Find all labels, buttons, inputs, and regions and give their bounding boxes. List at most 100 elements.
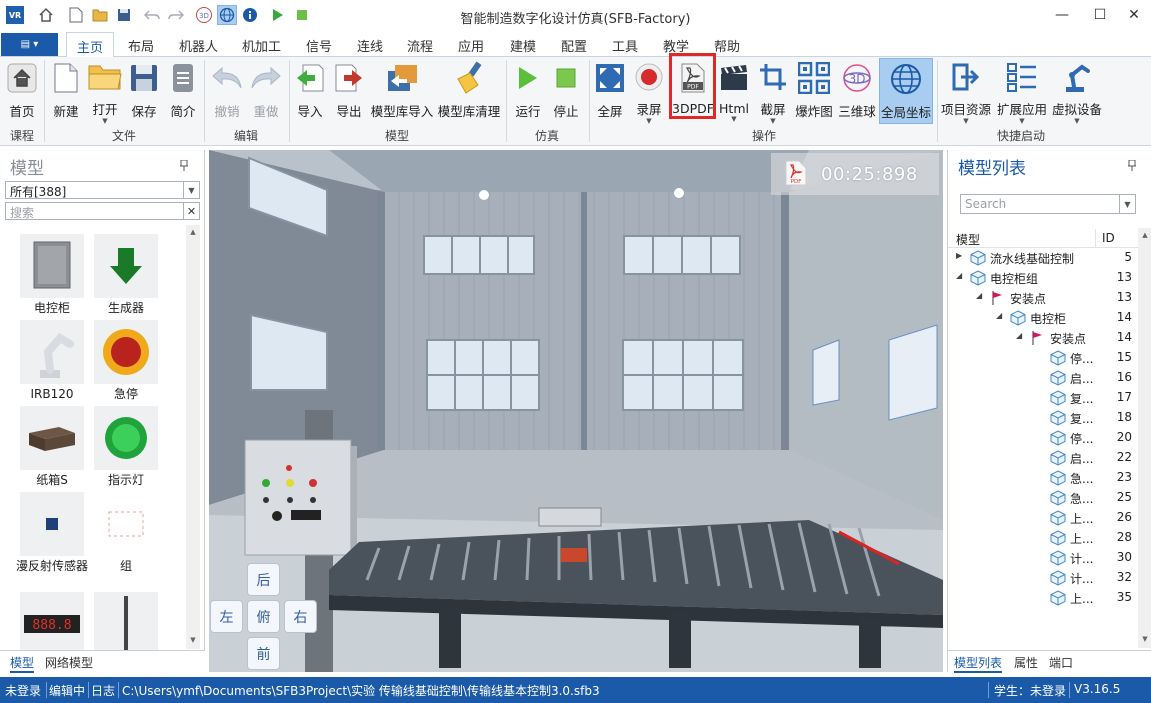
virtual-device-button[interactable]: 虚拟设备 ▼: [1050, 58, 1104, 125]
tab-flow[interactable]: 流程: [407, 36, 433, 55]
tab-layout[interactable]: 布局: [128, 36, 154, 55]
tree-row[interactable]: 上... 26: [948, 508, 1138, 528]
tab-model[interactable]: 模型: [10, 654, 35, 673]
stop-button[interactable]: 停止: [549, 58, 583, 124]
library-item[interactable]: [90, 592, 162, 656]
tree-expander-icon[interactable]: ◢: [956, 271, 962, 280]
scrollbar[interactable]: ▲ ▼: [186, 225, 200, 649]
library-item[interactable]: 漫反射传感器: [16, 492, 88, 573]
tab-connect[interactable]: 连线: [357, 36, 383, 55]
model-search-input[interactable]: 搜索 ✕: [5, 202, 200, 220]
tab-apply[interactable]: 应用: [458, 36, 484, 55]
close-button[interactable]: ✕: [1117, 0, 1151, 30]
tree-expander-icon[interactable]: ◢: [976, 291, 982, 300]
log-button[interactable]: 日志: [91, 682, 115, 699]
tab-tools[interactable]: 工具: [612, 36, 638, 55]
scroll-down-icon[interactable]: ▼: [1138, 632, 1151, 646]
model-list-search-input[interactable]: Search ▼: [960, 194, 1136, 214]
tab-config[interactable]: 配置: [561, 36, 587, 55]
tree-row[interactable]: ◢ 安装点 14: [948, 328, 1138, 348]
tab-model-list[interactable]: 模型列表: [954, 654, 1003, 673]
view-right-button[interactable]: 右: [284, 600, 317, 633]
scroll-up-icon[interactable]: ▲: [1138, 228, 1151, 242]
tree-expander-icon[interactable]: ◢: [1016, 331, 1022, 340]
tree-row[interactable]: 停... 20: [948, 428, 1138, 448]
tree-row[interactable]: ◢ 安装点 13: [948, 288, 1138, 308]
tree-row[interactable]: ▶ 流水线基础控制 5: [948, 248, 1138, 268]
library-item[interactable]: 生成器: [90, 234, 162, 315]
file-menu-button[interactable]: ▤ ▾: [1, 33, 58, 56]
tab-machining[interactable]: 机加工: [242, 36, 281, 55]
import-button[interactable]: 导入: [293, 58, 327, 124]
tree-row[interactable]: 复... 17: [948, 388, 1138, 408]
tree-row[interactable]: 急... 23: [948, 468, 1138, 488]
tab-modeling[interactable]: 建模: [510, 36, 536, 55]
tree-row[interactable]: 启... 16: [948, 368, 1138, 388]
scroll-up-icon[interactable]: ▲: [186, 225, 200, 239]
tree-row[interactable]: 急... 25: [948, 488, 1138, 508]
open-button[interactable]: 打开 ▼: [86, 58, 124, 125]
tree-row[interactable]: 启... 22: [948, 448, 1138, 468]
chevron-down-icon[interactable]: ▼: [1119, 195, 1135, 213]
scrollbar[interactable]: ▲ ▼: [1138, 228, 1151, 648]
tab-robot[interactable]: 机器人: [179, 36, 218, 55]
global-coordinate-button[interactable]: 全局坐标: [879, 58, 933, 124]
screenshot-button[interactable]: 截屏 ▼: [756, 58, 790, 125]
redo-button[interactable]: 重做: [248, 58, 284, 124]
3d-ball-button[interactable]: 3D 三维球: [838, 58, 876, 124]
home-button[interactable]: 首页: [4, 58, 40, 124]
fullscreen-button[interactable]: 全屏: [593, 58, 627, 124]
tree-row[interactable]: ◢ 电控柜 14: [948, 308, 1138, 328]
tree-row[interactable]: 计... 30: [948, 548, 1138, 568]
summary-button[interactable]: 简介: [166, 58, 200, 124]
model-library-clean-button[interactable]: 模型库清理: [437, 58, 501, 124]
library-item[interactable]: 组: [90, 492, 162, 573]
explode-icon: [795, 59, 833, 97]
3d-viewport[interactable]: PDF 00:25:898 后 左 俯 右 前: [209, 150, 943, 672]
tab-ports[interactable]: 端口: [1049, 654, 1073, 671]
tree-expander-icon[interactable]: ◢: [996, 311, 1002, 320]
model-library-import-button[interactable]: 模型库导入: [370, 58, 434, 124]
tree-expander-icon[interactable]: ▶: [956, 251, 962, 260]
login-status[interactable]: 未登录: [5, 682, 41, 699]
run-button[interactable]: 运行: [511, 58, 545, 124]
view-front-button[interactable]: 前: [247, 637, 280, 670]
tab-signal[interactable]: 信号: [306, 36, 332, 55]
tab-help[interactable]: 帮助: [714, 36, 740, 55]
minimize-button[interactable]: —: [1045, 0, 1079, 30]
category-filter-select[interactable]: 所有[388] ▼: [5, 181, 200, 199]
maximize-button[interactable]: ☐: [1083, 0, 1117, 30]
library-item[interactable]: 急停: [90, 320, 162, 401]
tab-properties[interactable]: 属性: [1014, 654, 1038, 671]
export-button[interactable]: 导出: [332, 58, 366, 124]
record-screen-button[interactable]: 录屏 ▼: [631, 58, 667, 125]
library-item[interactable]: IRB120: [16, 320, 88, 401]
pin-icon[interactable]: [180, 159, 188, 174]
new-button[interactable]: 新建: [48, 58, 84, 124]
tree-row[interactable]: 计... 32: [948, 568, 1138, 588]
library-item[interactable]: 888.8: [16, 592, 88, 656]
extension-apps-button[interactable]: 扩展应用 ▼: [995, 58, 1049, 125]
tree-row[interactable]: 上... 35: [948, 588, 1138, 608]
view-left-button[interactable]: 左: [210, 600, 243, 633]
project-resources-button[interactable]: 项目资源 ▼: [940, 58, 992, 125]
library-item[interactable]: 纸箱S: [16, 406, 88, 487]
tree-row[interactable]: 复... 18: [948, 408, 1138, 428]
view-top-button[interactable]: 俯: [247, 600, 280, 633]
tree-row[interactable]: 停... 15: [948, 348, 1138, 368]
chevron-down-icon[interactable]: ▼: [183, 182, 199, 198]
tab-network-model[interactable]: 网络模型: [45, 654, 93, 671]
tree-row[interactable]: ◢ 电控柜组 13: [948, 268, 1138, 288]
html-export-button[interactable]: Html ▼: [717, 58, 751, 124]
save-button[interactable]: 保存: [126, 58, 162, 124]
explode-view-button[interactable]: 爆炸图: [794, 58, 834, 124]
scroll-down-icon[interactable]: ▼: [186, 633, 200, 647]
library-item[interactable]: 指示灯: [90, 406, 162, 487]
undo-button[interactable]: 撤销: [209, 58, 245, 124]
tree-row[interactable]: 上... 28: [948, 528, 1138, 548]
library-item[interactable]: 电控柜: [16, 234, 88, 315]
pin-icon[interactable]: [1128, 159, 1136, 174]
clear-icon[interactable]: ✕: [183, 203, 199, 219]
view-back-button[interactable]: 后: [247, 563, 280, 596]
tab-home[interactable]: 主页: [66, 32, 115, 58]
